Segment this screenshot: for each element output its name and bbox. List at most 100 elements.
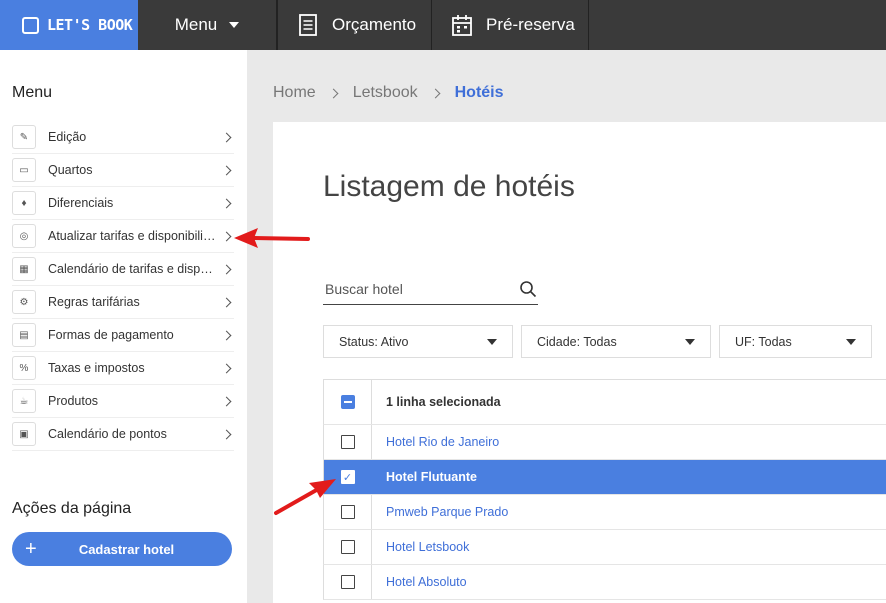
breadcrumb-current: Hotéis [454, 84, 504, 101]
caret-down-icon [229, 22, 240, 28]
breadcrumb: Home Letsbook Hotéis [273, 84, 504, 102]
sidebar-item-label: Formas de pagamento [48, 328, 174, 342]
sidebar-item-label: Taxas e impostos [48, 361, 145, 375]
page-actions-title: Ações da página [12, 500, 132, 517]
hotel-name-link[interactable]: Hotel Absoluto [372, 575, 467, 589]
main-panel: Listagem de hotéis Status: Ativo Cidade:… [273, 122, 886, 603]
caret-down-icon [487, 338, 497, 345]
sidebar: Menu ✎ Edição ▭ Quartos ♦ Diferenciais ◎… [0, 50, 247, 603]
menu-label: Menu [174, 15, 218, 34]
top-bar: LET'S BOOK Menu Orçamento Pré-reserva [0, 0, 886, 50]
chevron-right-icon [221, 297, 232, 307]
sidebar-item-calendario-tarifas[interactable]: ▦ Calendário de tarifas e disponibilidad… [12, 253, 234, 286]
page-title: Listagem de hotéis [323, 170, 575, 203]
row-checkbox-cell [324, 530, 372, 564]
orcamento-label: Orçamento [332, 15, 417, 34]
hotel-name-link[interactable]: Hotel Letsbook [372, 540, 469, 554]
chevron-right-icon [221, 363, 232, 373]
products-icon: ☕ [12, 389, 36, 413]
chevron-right-icon [221, 198, 232, 208]
annotation-arrow-icon [274, 479, 336, 515]
sidebar-item-label: Produtos [48, 394, 99, 408]
gears-icon: ⚙ [12, 290, 36, 314]
hotels-table: 1 linha selecionada Hotel Rio de Janeiro… [323, 379, 886, 600]
breadcrumb-home[interactable]: Home [273, 84, 316, 102]
table-row[interactable]: Pmweb Parque Prado [323, 495, 886, 530]
sidebar-item-label: Atualizar tarifas e disponibilidade [48, 229, 217, 243]
target-icon: ◎ [12, 224, 36, 248]
prereserva-label: Pré-reserva [486, 15, 575, 34]
sidebar-item-quartos[interactable]: ▭ Quartos [12, 154, 234, 187]
chevron-right-icon [221, 264, 232, 274]
row-checkbox[interactable] [340, 505, 355, 519]
caret-down-icon [685, 338, 695, 345]
row-checkbox[interactable] [340, 540, 355, 554]
calendar-icon: ▣ [12, 422, 36, 446]
cidade-filter-value: Cidade: Todas [537, 334, 617, 349]
orcamento-nav-button[interactable]: Orçamento [277, 0, 432, 50]
search-input[interactable] [323, 281, 519, 297]
table-row-selected[interactable]: ✓ Hotel Flutuante [323, 460, 886, 495]
hotel-name-link[interactable]: Hotel Rio de Janeiro [372, 435, 499, 449]
selection-count: 1 linha selecionada [386, 395, 501, 409]
chevron-right-icon [221, 330, 232, 340]
app-logo[interactable]: LET'S BOOK [0, 0, 138, 50]
sidebar-item-label: Calendário de pontos [48, 427, 167, 441]
sidebar-item-label: Calendário de tarifas e disponibilidade [48, 262, 217, 276]
plus-icon: + [25, 537, 37, 560]
sidebar-item-edicao[interactable]: ✎ Edição [12, 121, 234, 154]
select-all-checkbox[interactable] [340, 395, 355, 409]
chevron-right-icon [430, 88, 441, 98]
annotation-arrow-icon [234, 228, 310, 248]
add-hotel-label: Cadastrar hotel [78, 541, 175, 557]
status-filter-value: Status: Ativo [339, 334, 409, 349]
sidebar-item-regras-tarifarias[interactable]: ⚙ Regras tarifárias [12, 286, 234, 319]
row-checkbox-cell [324, 565, 372, 599]
chevron-right-icon [221, 396, 232, 406]
uf-filter-value: UF: Todas [735, 334, 792, 349]
table-row[interactable]: Hotel Rio de Janeiro [323, 425, 886, 460]
caret-down-icon [846, 338, 856, 345]
search-field [323, 274, 538, 305]
sidebar-item-calendario-pontos[interactable]: ▣ Calendário de pontos [12, 418, 234, 451]
row-checkbox[interactable] [340, 575, 355, 589]
sidebar-item-produtos[interactable]: ☕ Produtos [12, 385, 234, 418]
row-checkbox-checked[interactable]: ✓ [340, 470, 355, 484]
status-filter-select[interactable]: Status: Ativo [323, 325, 513, 358]
sidebar-item-diferenciais[interactable]: ♦ Diferenciais [12, 187, 234, 220]
chevron-right-icon [328, 88, 339, 98]
sidebar-item-formas-pagamento[interactable]: ▤ Formas de pagamento [12, 319, 234, 352]
sidebar-menu: ✎ Edição ▭ Quartos ♦ Diferenciais ◎ Atua… [12, 121, 234, 451]
grid-icon: ▦ [12, 257, 36, 281]
sidebar-item-label: Edição [48, 130, 87, 144]
search-icon[interactable] [519, 280, 537, 298]
prereserva-nav-button[interactable]: Pré-reserva [432, 0, 589, 50]
table-row[interactable]: Hotel Letsbook [323, 530, 886, 565]
logo-mark-icon [22, 16, 39, 34]
menu-dropdown-button[interactable]: Menu [138, 0, 277, 50]
sidebar-item-atualizar-tarifas[interactable]: ◎ Atualizar tarifas e disponibilidade [12, 220, 234, 253]
add-hotel-button[interactable]: + Cadastrar hotel [12, 532, 232, 566]
sidebar-title: Menu [12, 84, 53, 101]
document-icon [299, 14, 317, 36]
table-row[interactable]: Hotel Absoluto [323, 565, 886, 600]
hotel-name-link[interactable]: Pmweb Parque Prado [372, 505, 508, 519]
bed-icon: ▭ [12, 158, 36, 182]
sidebar-item-label: Regras tarifárias [48, 295, 140, 309]
sidebar-item-label: Quartos [48, 163, 93, 177]
logo-text: LET'S BOOK [47, 16, 133, 34]
calendar-icon [452, 15, 472, 36]
cidade-filter-select[interactable]: Cidade: Todas [521, 325, 711, 358]
breadcrumb-letsbook[interactable]: Letsbook [353, 84, 418, 102]
row-checkbox-cell [324, 425, 372, 459]
sidebar-item-taxas-impostos[interactable]: % Taxas e impostos [12, 352, 234, 385]
money-bag-icon: ♦ [12, 191, 36, 215]
uf-filter-select[interactable]: UF: Todas [719, 325, 872, 358]
row-checkbox[interactable] [340, 435, 355, 449]
chevron-right-icon [221, 429, 232, 439]
percent-icon: % [12, 356, 36, 380]
hotel-name-link[interactable]: Hotel Flutuante [372, 470, 477, 484]
table-header-row: 1 linha selecionada [323, 380, 886, 425]
sidebar-item-label: Diferenciais [48, 196, 114, 210]
chevron-right-icon [221, 132, 232, 142]
